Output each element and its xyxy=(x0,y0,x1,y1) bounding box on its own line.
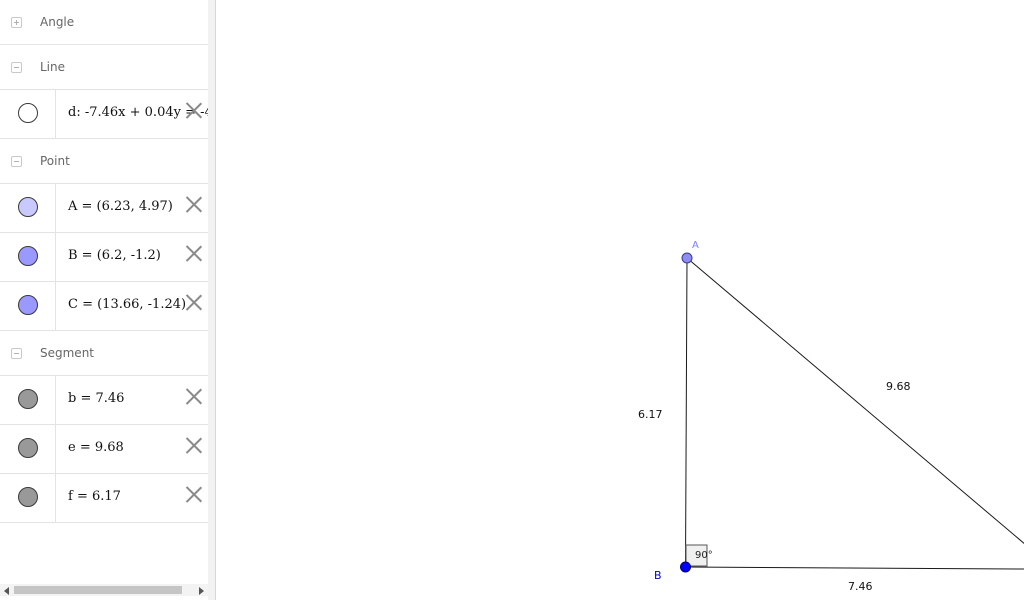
group-label: Angle xyxy=(40,15,75,29)
visibility-marble-icon[interactable] xyxy=(18,246,38,266)
group-header-line[interactable]: Line xyxy=(0,45,208,90)
collapse-icon[interactable] xyxy=(11,348,22,359)
visibility-toggle[interactable] xyxy=(0,474,56,522)
delete-icon[interactable] xyxy=(186,102,202,118)
algebra-item-text[interactable]: f = 6.17 xyxy=(68,489,121,504)
delete-icon[interactable] xyxy=(186,196,202,212)
visibility-marble-icon[interactable] xyxy=(18,438,38,458)
algebra-item-text[interactable]: e = 9.68 xyxy=(68,440,124,455)
point-label-a: A xyxy=(692,240,699,251)
visibility-marble-icon[interactable] xyxy=(18,197,38,217)
group-label: Segment xyxy=(40,346,94,360)
angle-label: 90° xyxy=(695,550,713,561)
scrollbar-thumb[interactable] xyxy=(14,586,182,594)
algebra-view: Angle Line d: -7.46x + 0.04y = -46 Point… xyxy=(0,0,209,600)
algebra-item-point-a[interactable]: A = (6.23, 4.97) xyxy=(0,184,208,233)
algebra-item-segment-e[interactable]: e = 9.68 xyxy=(0,425,208,474)
panel-splitter[interactable] xyxy=(208,0,216,600)
visibility-marble-icon[interactable] xyxy=(18,487,38,507)
collapse-icon[interactable] xyxy=(11,156,22,167)
horizontal-scrollbar[interactable] xyxy=(0,584,208,596)
visibility-marble-icon[interactable] xyxy=(18,389,38,409)
algebra-item-text[interactable]: C = (13.66, -1.24) xyxy=(68,297,186,312)
segment-b[interactable] xyxy=(685,566,1024,570)
scroll-left-icon[interactable] xyxy=(4,587,9,595)
visibility-toggle[interactable] xyxy=(0,233,56,281)
delete-icon[interactable] xyxy=(186,245,202,261)
segment-f[interactable] xyxy=(685,257,688,568)
segment-label-e: 9.68 xyxy=(886,380,911,393)
scroll-right-icon[interactable] xyxy=(199,587,204,595)
point-label-b: B xyxy=(654,569,662,582)
algebra-item-line-d[interactable]: d: -7.46x + 0.04y = -46 xyxy=(0,90,208,139)
segment-label-b: 7.46 xyxy=(848,580,873,593)
algebra-item-point-b[interactable]: B = (6.2, -1.2) xyxy=(0,233,208,282)
group-label: Line xyxy=(40,60,66,74)
algebra-item-text[interactable]: A = (6.23, 4.97) xyxy=(68,199,173,214)
segment-label-f: 6.17 xyxy=(638,408,663,421)
delete-icon[interactable] xyxy=(186,388,202,404)
point-b[interactable] xyxy=(680,561,691,573)
delete-icon[interactable] xyxy=(186,437,202,453)
collapse-icon[interactable] xyxy=(11,62,22,73)
algebra-item-text[interactable]: B = (6.2, -1.2) xyxy=(68,248,161,263)
graphics-canvas[interactable]: 90° 6.17 9.68 7.46 A B xyxy=(216,0,1024,600)
delete-icon[interactable] xyxy=(186,486,202,502)
group-header-point[interactable]: Point xyxy=(0,139,208,184)
visibility-toggle[interactable] xyxy=(0,425,56,473)
segment-e[interactable] xyxy=(686,257,1024,545)
group-header-segment[interactable]: Segment xyxy=(0,331,208,376)
point-a[interactable] xyxy=(681,252,693,264)
expand-icon[interactable] xyxy=(11,17,22,28)
graphics-view[interactable]: 90° 6.17 9.68 7.46 A B xyxy=(216,0,1024,600)
algebra-item-segment-b[interactable]: b = 7.46 xyxy=(0,376,208,425)
visibility-marble-icon[interactable] xyxy=(18,103,38,123)
group-header-angle[interactable]: Angle xyxy=(0,0,208,45)
visibility-toggle[interactable] xyxy=(0,184,56,232)
algebra-item-point-c[interactable]: C = (13.66, -1.24) xyxy=(0,282,208,331)
algebra-item-text[interactable]: b = 7.46 xyxy=(68,391,124,406)
visibility-toggle[interactable] xyxy=(0,282,56,330)
group-label: Point xyxy=(40,154,70,168)
delete-icon[interactable] xyxy=(186,294,202,310)
visibility-toggle[interactable] xyxy=(0,90,56,138)
visibility-marble-icon[interactable] xyxy=(18,295,38,315)
visibility-toggle[interactable] xyxy=(0,376,56,424)
algebra-item-segment-f[interactable]: f = 6.17 xyxy=(0,474,208,523)
